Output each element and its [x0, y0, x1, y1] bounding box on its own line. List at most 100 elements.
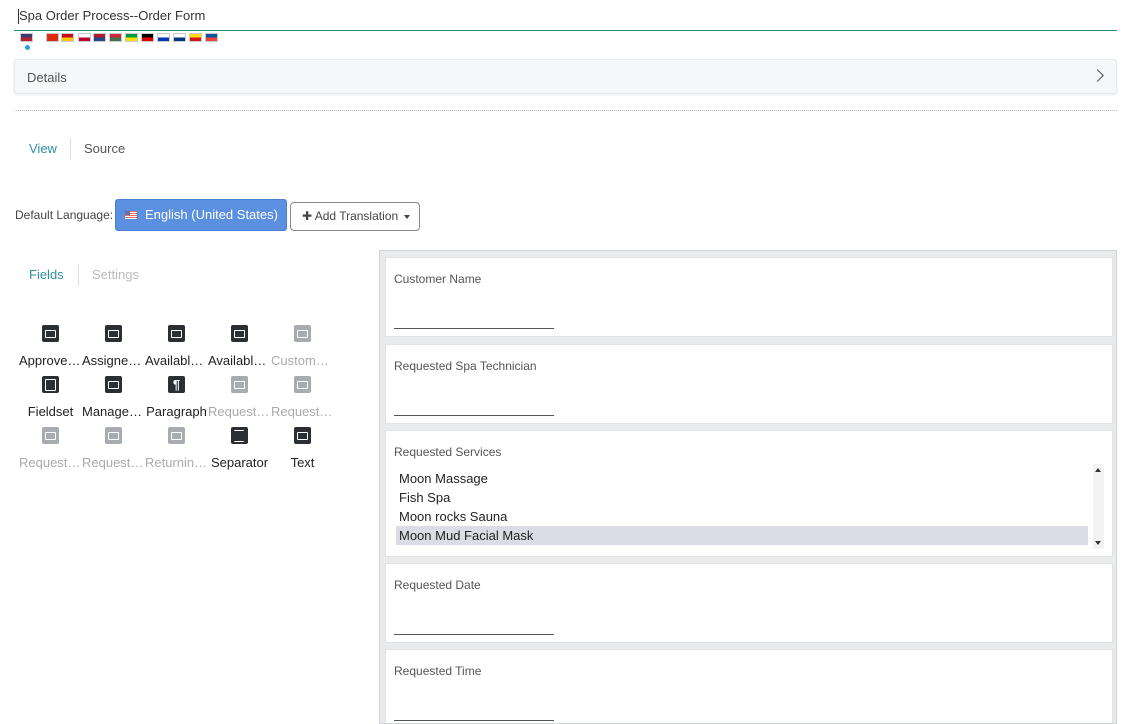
es-flag-icon[interactable]: [61, 33, 74, 42]
palette-field-label: Customer Name: [271, 353, 334, 368]
scroll-down-icon[interactable]: [1095, 541, 1101, 545]
palette-field-item[interactable]: Fieldset: [19, 374, 82, 422]
plus-icon: ✚: [302, 209, 313, 223]
palette-field-item[interactable]: Available Times: [208, 323, 271, 371]
cn-flag-icon[interactable]: [46, 33, 59, 42]
technician-card[interactable]: Requested Spa Technician: [385, 344, 1113, 424]
add-translation-button[interactable]: ✚ Add Translation: [290, 202, 420, 231]
fi-flag-icon[interactable]: [173, 33, 186, 42]
palette-field-label: Manager Approval: [82, 404, 145, 419]
palette-field-item[interactable]: Requested Spa Technician: [19, 425, 82, 473]
form-title-field[interactable]: Spa Order Process--Order Form: [14, 5, 1117, 31]
details-label: Details: [27, 70, 67, 85]
palette-field-label: Approved Assignee: [19, 353, 82, 368]
input-field-icon: [168, 427, 185, 444]
default-language-button[interactable]: English (United States): [115, 199, 287, 231]
ca-flag-icon[interactable]: [189, 33, 202, 42]
palette-field-item[interactable]: Returning Customer: [145, 425, 208, 473]
palette-field-label: Requested Spa Technician: [19, 455, 82, 470]
palette-field-label: Assigned To: [82, 353, 145, 368]
palette-field-item[interactable]: Assigned To: [82, 323, 145, 371]
palette-field-item[interactable]: Available Technicians: [145, 323, 208, 371]
date-label: Requested Date: [394, 578, 481, 592]
input-field-icon: [294, 325, 311, 342]
palette-field-label: Requested Date: [208, 404, 271, 419]
input-field-icon: [231, 325, 248, 342]
palette-field-item[interactable]: Manager Approval: [82, 374, 145, 422]
palette-field-label: Returning Customer: [145, 455, 208, 470]
chevron-right-icon[interactable]: [1091, 69, 1104, 82]
palette-field-label: Text: [290, 455, 315, 470]
palette-field-item[interactable]: Requested Time: [82, 425, 145, 473]
customer-name-input[interactable]: [394, 328, 554, 329]
services-listbox[interactable]: Moon Massage Fish Spa Moon rocks Sauna Moon…: [394, 464, 1104, 549]
services-card[interactable]: Requested Services Moon Massage Fish Spa M…: [385, 430, 1113, 557]
us-flag-icon[interactable]: [20, 33, 33, 42]
time-label: Requested Time: [394, 664, 482, 678]
tab-view[interactable]: View: [29, 141, 57, 156]
section-divider: [14, 110, 1117, 111]
hu-flag-icon[interactable]: [109, 33, 122, 42]
tab-fields[interactable]: Fields: [29, 267, 64, 282]
default-language-text: English (United States): [145, 207, 278, 222]
palette-field-label: Separator: [210, 455, 269, 470]
palette-field-label: Available Times: [208, 353, 271, 368]
date-input[interactable]: [394, 634, 554, 635]
time-card[interactable]: Requested Time: [385, 649, 1113, 723]
palette-field-item[interactable]: Requested Date: [208, 374, 271, 422]
input-field-icon: [231, 376, 248, 393]
customer-name-card[interactable]: Customer Name: [385, 257, 1113, 337]
palette-field-label: Fieldset: [27, 404, 74, 419]
form-preview-panel: Customer Name Requested Spa Technician R…: [379, 250, 1117, 724]
palette-field-item[interactable]: Requested Services: [271, 374, 334, 422]
form-title-text: Spa Order Process--Order Form: [19, 8, 206, 23]
technician-input[interactable]: [394, 415, 554, 416]
palette-field-label: Available Technicians: [145, 353, 208, 368]
active-language-indicator: [25, 45, 30, 50]
input-field-icon: [294, 376, 311, 393]
add-translation-label: Add Translation: [314, 209, 399, 223]
palette-field-item[interactable]: Text: [271, 425, 334, 473]
services-option[interactable]: Moon Massage: [396, 469, 1088, 488]
customer-name-label: Customer Name: [394, 272, 482, 286]
input-field-icon: [42, 325, 59, 342]
tab-divider: [78, 264, 79, 286]
time-input[interactable]: [394, 720, 554, 721]
listbox-scrollbar[interactable]: [1093, 464, 1104, 549]
paragraph-icon: ¶: [168, 376, 185, 393]
technician-label: Requested Spa Technician: [394, 359, 537, 373]
date-card[interactable]: Requested Date: [385, 563, 1113, 643]
palette-field-label: Requested Time: [82, 455, 145, 470]
input-field-icon: [42, 427, 59, 444]
palette-field-label: Paragraph: [146, 404, 207, 419]
default-language-label: Default Language:: [15, 208, 114, 222]
fieldset-icon: [42, 376, 59, 393]
input-field-icon: [105, 427, 122, 444]
input-field-icon: [294, 427, 311, 444]
input-field-icon: [168, 325, 185, 342]
input-field-icon: [105, 376, 122, 393]
palette-field-item[interactable]: Approved Assignee: [19, 323, 82, 371]
palette-field-item[interactable]: Separator: [208, 425, 271, 473]
palette-field-item[interactable]: ¶ Paragraph: [145, 374, 208, 422]
tab-source[interactable]: Source: [84, 141, 125, 156]
br-flag-icon[interactable]: [125, 33, 138, 42]
services-option[interactable]: Moon rocks Sauna: [396, 507, 1088, 526]
services-option[interactable]: Fish Spa: [396, 488, 1088, 507]
de-flag-icon[interactable]: [141, 33, 154, 42]
tab-settings[interactable]: Settings: [92, 267, 139, 282]
us-flag-icon: [125, 211, 137, 219]
jp-flag-icon[interactable]: [78, 33, 91, 42]
input-field-icon: [105, 325, 122, 342]
details-panel[interactable]: Details: [14, 59, 1117, 94]
caret-down-icon: [404, 214, 411, 219]
services-option[interactable]: Moon Mud Facial Mask: [396, 526, 1088, 545]
scroll-up-icon[interactable]: [1095, 468, 1101, 472]
il-flag-icon[interactable]: [157, 33, 170, 42]
fr-flag-icon[interactable]: [205, 33, 218, 42]
nl-flag-icon[interactable]: [93, 33, 106, 42]
palette-field-item[interactable]: Customer Name: [271, 323, 334, 371]
separator-icon: [231, 427, 248, 444]
palette-field-label: Requested Services: [271, 404, 334, 419]
tab-divider: [70, 138, 71, 160]
